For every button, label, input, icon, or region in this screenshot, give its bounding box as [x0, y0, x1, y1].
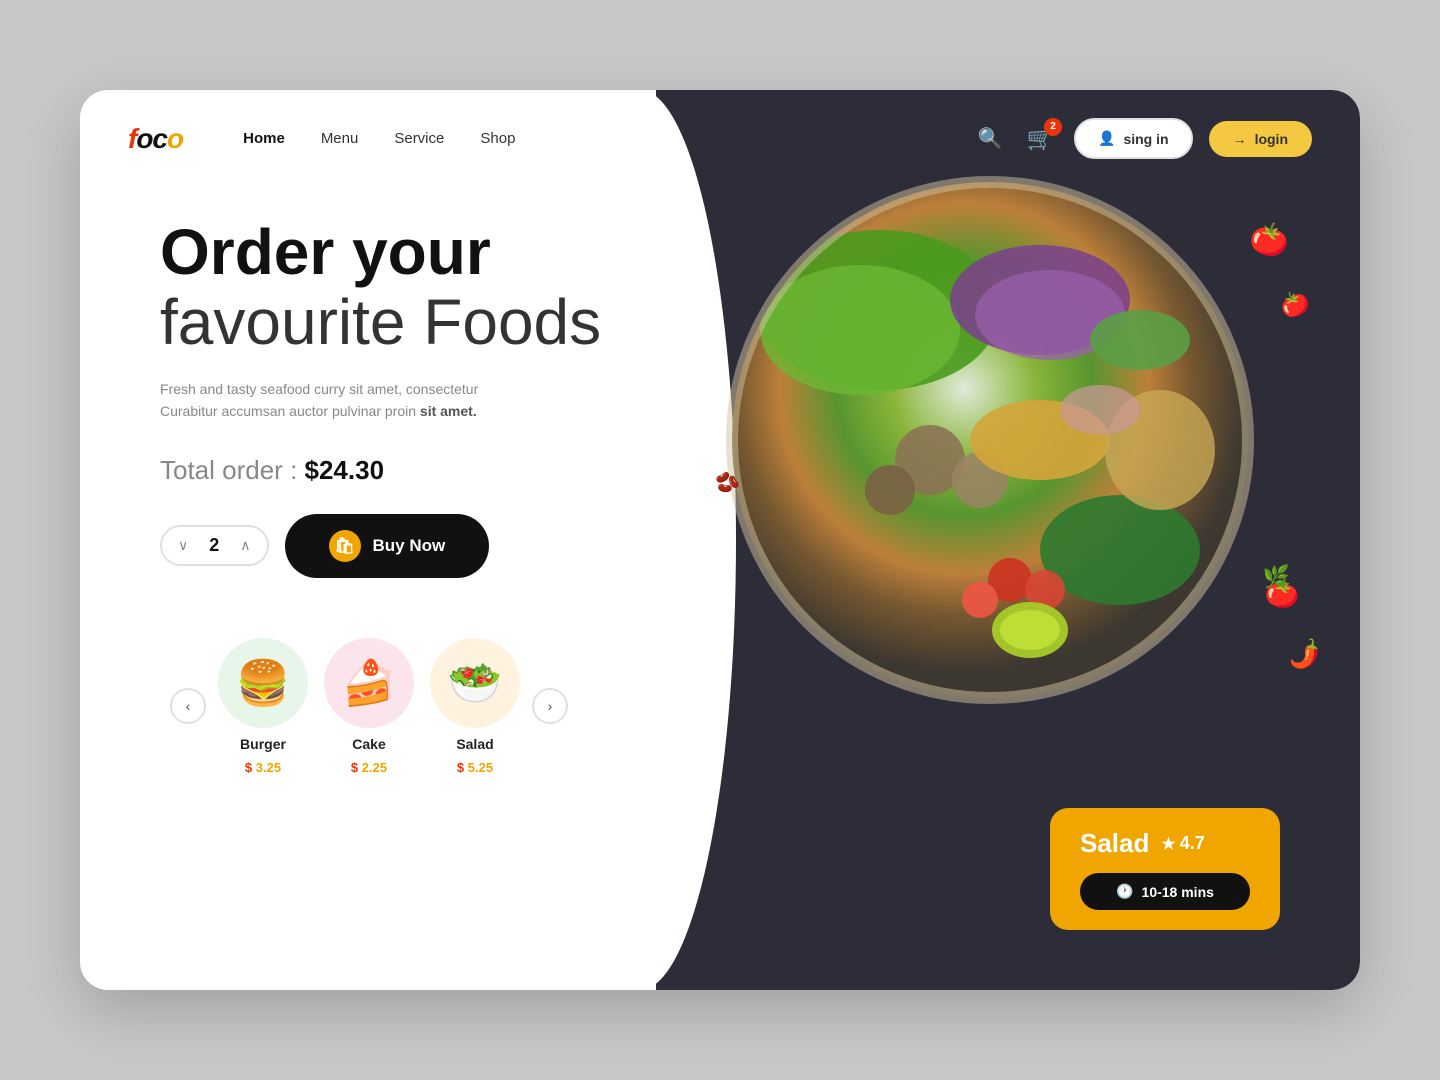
- chevron-down-icon: ∨: [178, 537, 188, 554]
- quantity-decrease-button[interactable]: ∨: [178, 537, 188, 554]
- food-card-salad[interactable]: 🥗 Salad $ 5.25: [430, 638, 520, 775]
- cake-image: 🍰: [324, 638, 414, 728]
- carousel-prev-button[interactable]: ‹: [170, 688, 206, 724]
- tomato-half-decoration: 🍅: [1275, 285, 1314, 324]
- signin-button[interactable]: 👤 sing in: [1074, 118, 1193, 159]
- cake-name: Cake: [352, 736, 385, 752]
- search-icon: 🔍: [978, 128, 1003, 150]
- clock-icon: 🕐: [1116, 883, 1133, 900]
- search-button[interactable]: 🔍: [974, 122, 1007, 155]
- salad-card-name: Salad: [1080, 828, 1149, 859]
- food-card-cake[interactable]: 🍰 Cake $ 2.25: [324, 638, 414, 775]
- cart-bag-icon: 🛍: [329, 530, 361, 562]
- salad-bowl-image: [700, 170, 1280, 750]
- chevron-up-icon: ∧: [240, 537, 250, 554]
- navbar: foco Home Menu Service Shop 🔍 🛒 2: [80, 90, 1360, 187]
- hero-desc-bold: sit amet.: [420, 403, 477, 419]
- nav-link-shop[interactable]: Shop: [480, 130, 515, 147]
- salad-time-button[interactable]: 🕐 10-18 mins: [1080, 873, 1250, 910]
- nav-item-shop[interactable]: Shop: [480, 130, 515, 148]
- salad-name: Salad: [456, 736, 493, 752]
- hero-content: Order your favourite Foods Fresh and tas…: [160, 217, 640, 775]
- herb-decoration: 🌿: [1263, 564, 1290, 590]
- hero-image-container: 🍅 🍅 🍅 🌶️ 🫘 🌿: [700, 170, 1320, 790]
- chili-decoration: 🌶️: [1285, 636, 1322, 672]
- cart-badge: 2: [1044, 118, 1062, 136]
- hero-title-line1: Order your: [160, 217, 640, 287]
- quantity-selector: ∨ 2 ∧: [160, 525, 269, 566]
- cake-price: $ 2.25: [351, 760, 387, 775]
- nav-link-home[interactable]: Home: [243, 130, 285, 147]
- rating-value: 4.7: [1180, 833, 1205, 854]
- nav-link-menu[interactable]: Menu: [321, 130, 359, 147]
- total-price: $24.30: [305, 455, 385, 485]
- app-container: foco Home Menu Service Shop 🔍 🛒 2: [80, 90, 1360, 990]
- nav-item-menu[interactable]: Menu: [321, 130, 359, 148]
- user-icon: 👤: [1098, 130, 1115, 147]
- login-button[interactable]: → login: [1209, 121, 1312, 157]
- nav-item-service[interactable]: Service: [394, 130, 444, 148]
- burger-price: $ 3.25: [245, 760, 281, 775]
- login-icon: →: [1233, 131, 1247, 147]
- nav-links: Home Menu Service Shop: [243, 130, 934, 148]
- brand-logo: foco: [128, 123, 183, 155]
- salad-info-card: Salad ★ 4.7 🕐 10-18 mins: [1050, 808, 1280, 930]
- salad-price: $ 5.25: [457, 760, 493, 775]
- nav-right: 🔍 🛒 2 👤 sing in → login: [974, 118, 1312, 159]
- salad-time-label: 10-18 mins: [1142, 884, 1214, 900]
- seed-decoration: 🫘: [715, 470, 740, 495]
- buy-now-button[interactable]: 🛍 Buy Now: [285, 514, 490, 578]
- carousel-next-button[interactable]: ›: [532, 688, 568, 724]
- salad-image: 🥗: [430, 638, 520, 728]
- nav-link-service[interactable]: Service: [394, 130, 444, 147]
- chevron-left-icon: ‹: [186, 698, 191, 714]
- hero-title-line2: favourite Foods: [160, 287, 640, 357]
- order-controls: ∨ 2 ∧ 🛍 Buy Now: [160, 514, 640, 578]
- food-items-list: 🍔 Burger $ 3.25 🍰 Cake $ 2.25 🥗 Salad $ …: [218, 638, 520, 775]
- total-label: Total order :: [160, 455, 305, 485]
- signin-label: sing in: [1123, 131, 1168, 147]
- quantity-value: 2: [204, 535, 224, 556]
- star-icon: ★: [1161, 834, 1175, 854]
- burger-name: Burger: [240, 736, 286, 752]
- hero-description: Fresh and tasty seafood curry sit amet, …: [160, 378, 500, 423]
- burger-image: 🍔: [218, 638, 308, 728]
- chevron-right-icon: ›: [548, 698, 553, 714]
- total-order: Total order : $24.30: [160, 455, 640, 486]
- quantity-increase-button[interactable]: ∧: [240, 537, 250, 554]
- food-card-burger[interactable]: 🍔 Burger $ 3.25: [218, 638, 308, 775]
- cart-button[interactable]: 🛒 2: [1023, 122, 1058, 156]
- logo-oc: oc: [136, 123, 167, 154]
- salad-rating: ★ 4.7: [1161, 833, 1204, 854]
- logo-o: o: [167, 123, 183, 154]
- buy-now-label: Buy Now: [373, 536, 446, 556]
- salad-card-header: Salad ★ 4.7: [1080, 828, 1250, 859]
- nav-item-home[interactable]: Home: [243, 130, 285, 148]
- login-label: login: [1255, 131, 1288, 147]
- food-carousel: ‹ 🍔 Burger $ 3.25 🍰 Cake $ 2.25 🥗: [160, 638, 640, 775]
